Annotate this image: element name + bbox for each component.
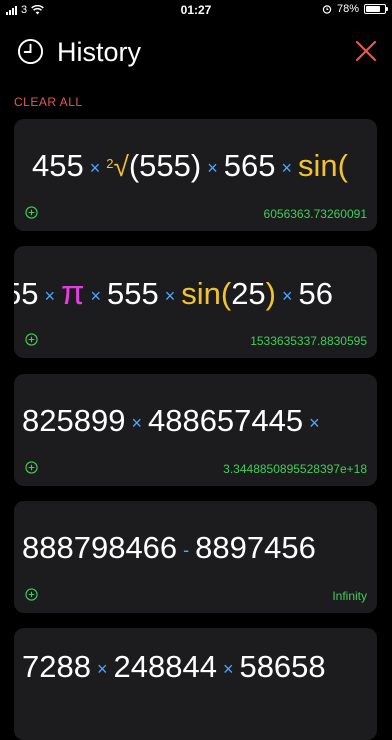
history-card[interactable]: 7288 × 248844 × 58658 [14,628,377,740]
history-card[interactable]: 455 × 2√(555) × 565 × sin( 6056363.73260091 [14,119,377,231]
history-card[interactable]: 825899 × 488657445 × 3.3448850895528397e+18 [14,374,377,486]
root-symbol: √ [113,151,129,182]
add-plus-icon[interactable] [25,461,38,474]
history-card[interactable]: 888798466-8897456 Infinity [14,501,377,613]
page-title: History [57,37,142,67]
multiply-operator: × [131,412,142,433]
clear-all-button[interactable]: CLEAR ALL [14,95,83,109]
result-value: 1533635337.8830595 [250,334,367,348]
alarm-icon [322,5,332,14]
add-plus-icon[interactable] [25,206,38,219]
status-right: 78% [322,3,388,15]
function-sin: sin( [298,148,348,183]
multiply-operator: × [309,412,320,433]
multiply-operator: × [282,285,293,306]
battery-percent: 78% [336,3,359,15]
status-bar: 3 01:27 78% [0,0,392,20]
add-plus-icon[interactable] [25,588,38,601]
function-sin: sin( [181,276,232,311]
multiply-operator: × [89,157,101,178]
multiply-operator: × [222,658,234,679]
result-value: Infinity [332,589,367,603]
history-card[interactable]: 55×π×555×sin(25)×56 1533635337.8830595 [14,246,377,358]
expression: 825899 × 488657445 × [22,403,320,438]
minus-operator: - [183,539,190,560]
expression: 7288 × 248844 × 58658 [22,649,326,684]
multiply-operator: × [281,157,292,178]
header: History [0,30,392,74]
result-value: 3.3448850895528397e+18 [223,462,367,476]
expression: 55×π×555×sin(25)×56 [14,274,333,312]
close-icon[interactable] [355,40,377,62]
multiply-operator: × [164,285,176,306]
expression: 888798466-8897456 [22,530,316,565]
pi-symbol: π [61,274,85,312]
multiply-operator: × [44,285,55,306]
multiply-operator: × [90,285,101,306]
expression: 455 × 2√(555) × 565 × sin( [32,148,348,183]
battery-icon [364,4,388,14]
multiply-operator: × [207,157,218,178]
result-value: 6056363.73260091 [263,207,367,221]
multiply-operator: × [96,658,108,679]
add-plus-icon[interactable] [25,333,38,346]
history-clock-icon [17,38,44,65]
